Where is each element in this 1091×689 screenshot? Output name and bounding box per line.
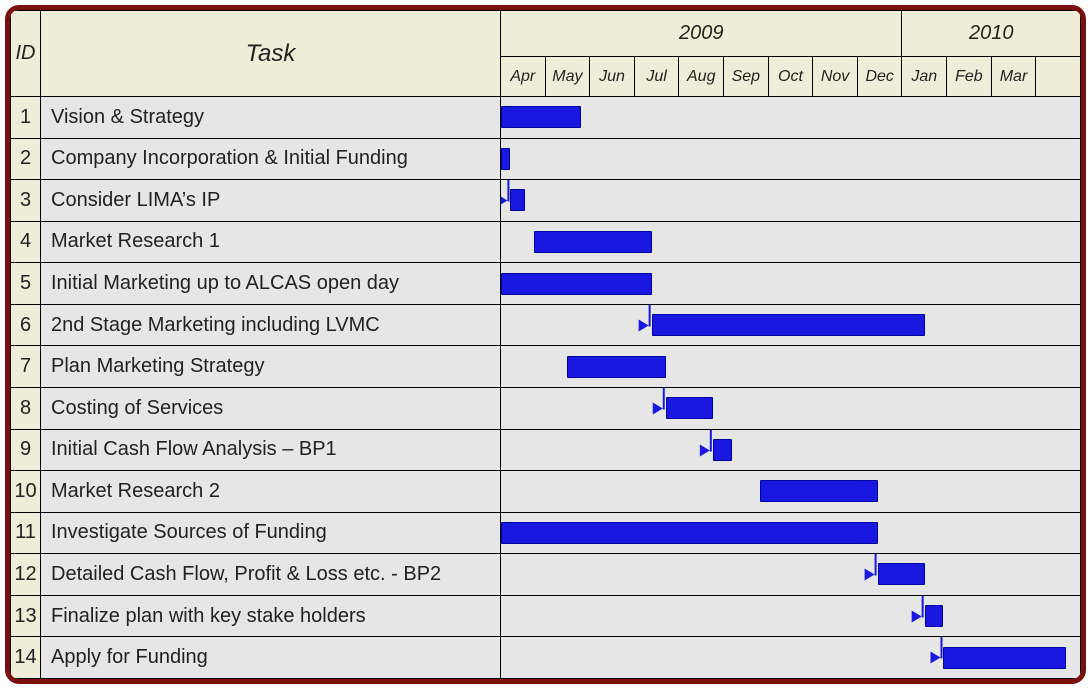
table-row: 2Company Incorporation & Initial Funding bbox=[11, 138, 1081, 180]
table-row: 8Costing of Services bbox=[11, 387, 1081, 429]
header-month: Mar bbox=[991, 57, 1036, 97]
table-row: 11Investigate Sources of Funding bbox=[11, 512, 1081, 554]
table-row: 9Initial Cash Flow Analysis – BP1 bbox=[11, 429, 1081, 471]
row-gantt bbox=[501, 512, 1081, 554]
row-gantt bbox=[501, 97, 1081, 139]
row-task: Apply for Funding bbox=[41, 637, 501, 679]
gantt-bar bbox=[501, 106, 581, 128]
header-month: Jan bbox=[902, 57, 947, 97]
row-id: 10 bbox=[11, 471, 41, 513]
row-task: Company Incorporation & Initial Funding bbox=[41, 138, 501, 180]
row-gantt bbox=[501, 595, 1081, 637]
header-month: Jun bbox=[590, 57, 635, 97]
row-task: Initial Cash Flow Analysis – BP1 bbox=[41, 429, 501, 471]
row-id: 13 bbox=[11, 595, 41, 637]
row-gantt bbox=[501, 637, 1081, 679]
table-row: 7Plan Marketing Strategy bbox=[11, 346, 1081, 388]
row-id: 11 bbox=[11, 512, 41, 554]
header-task: Task bbox=[41, 11, 501, 97]
row-gantt bbox=[501, 387, 1081, 429]
row-task: Costing of Services bbox=[41, 387, 501, 429]
table-row: 4Market Research 1 bbox=[11, 221, 1081, 263]
row-task: Consider LIMA’s IP bbox=[41, 180, 501, 222]
gantt-bar bbox=[534, 231, 652, 253]
gantt-bar bbox=[713, 439, 732, 461]
row-gantt bbox=[501, 554, 1081, 596]
table-row: 13Finalize plan with key stake holders bbox=[11, 595, 1081, 637]
row-task: Investigate Sources of Funding bbox=[41, 512, 501, 554]
table-row: 3Consider LIMA’s IP bbox=[11, 180, 1081, 222]
row-gantt bbox=[501, 138, 1081, 180]
row-id: 7 bbox=[11, 346, 41, 388]
row-task: Market Research 2 bbox=[41, 471, 501, 513]
table-row: 62nd Stage Marketing including LVMC bbox=[11, 304, 1081, 346]
gantt-table: IDTask20092010AprMayJunJulAugSepOctNovDe… bbox=[10, 10, 1081, 679]
table-row: 14Apply for Funding bbox=[11, 637, 1081, 679]
row-task: Finalize plan with key stake holders bbox=[41, 595, 501, 637]
row-task: Vision & Strategy bbox=[41, 97, 501, 139]
header-month: Dec bbox=[857, 57, 902, 97]
header-month: Apr bbox=[501, 57, 546, 97]
gantt-bar bbox=[501, 273, 652, 295]
row-id: 9 bbox=[11, 429, 41, 471]
gantt-bar bbox=[652, 314, 925, 336]
row-gantt bbox=[501, 471, 1081, 513]
header-month: Sep bbox=[724, 57, 769, 97]
header-year-2009: 2009 bbox=[501, 11, 902, 57]
row-id: 4 bbox=[11, 221, 41, 263]
row-task: Initial Marketing up to ALCAS open day bbox=[41, 263, 501, 305]
dependency-arrow bbox=[501, 388, 1080, 429]
header-month: Aug bbox=[679, 57, 724, 97]
row-gantt bbox=[501, 263, 1081, 305]
row-id: 5 bbox=[11, 263, 41, 305]
dependency-arrow bbox=[501, 180, 1080, 221]
gantt-bar bbox=[925, 605, 944, 627]
table-row: 5Initial Marketing up to ALCAS open day bbox=[11, 263, 1081, 305]
row-id: 1 bbox=[11, 97, 41, 139]
header-month: Nov bbox=[813, 57, 858, 97]
row-gantt bbox=[501, 346, 1081, 388]
header-month: May bbox=[545, 57, 590, 97]
row-task: Detailed Cash Flow, Profit & Loss etc. -… bbox=[41, 554, 501, 596]
header-month-end bbox=[1036, 57, 1081, 97]
gantt-bar bbox=[501, 522, 878, 544]
row-gantt bbox=[501, 221, 1081, 263]
table-row: 12Detailed Cash Flow, Profit & Loss etc.… bbox=[11, 554, 1081, 596]
gantt-bar bbox=[878, 563, 925, 585]
gantt-bar bbox=[760, 480, 878, 502]
gantt-bar bbox=[666, 397, 713, 419]
gantt-bar bbox=[943, 647, 1065, 669]
header-id: ID bbox=[11, 11, 41, 97]
header-month: Feb bbox=[947, 57, 992, 97]
gantt-bar bbox=[501, 148, 510, 170]
row-gantt bbox=[501, 429, 1081, 471]
table-row: 1Vision & Strategy bbox=[11, 97, 1081, 139]
table-row: 10Market Research 2 bbox=[11, 471, 1081, 513]
row-gantt bbox=[501, 180, 1081, 222]
header-year-2010: 2010 bbox=[902, 11, 1081, 57]
row-id: 12 bbox=[11, 554, 41, 596]
row-id: 8 bbox=[11, 387, 41, 429]
row-task: Market Research 1 bbox=[41, 221, 501, 263]
row-task: Plan Marketing Strategy bbox=[41, 346, 501, 388]
gantt-bar bbox=[567, 356, 666, 378]
row-gantt bbox=[501, 304, 1081, 346]
dependency-arrow bbox=[501, 596, 1080, 637]
row-id: 6 bbox=[11, 304, 41, 346]
header-month: Jul bbox=[634, 57, 679, 97]
row-id: 2 bbox=[11, 138, 41, 180]
row-id: 14 bbox=[11, 637, 41, 679]
dependency-arrow bbox=[501, 554, 1080, 595]
row-id: 3 bbox=[11, 180, 41, 222]
header-month: Oct bbox=[768, 57, 813, 97]
gantt-bar bbox=[510, 189, 524, 211]
row-task: 2nd Stage Marketing including LVMC bbox=[41, 304, 501, 346]
dependency-arrow bbox=[501, 430, 1080, 471]
